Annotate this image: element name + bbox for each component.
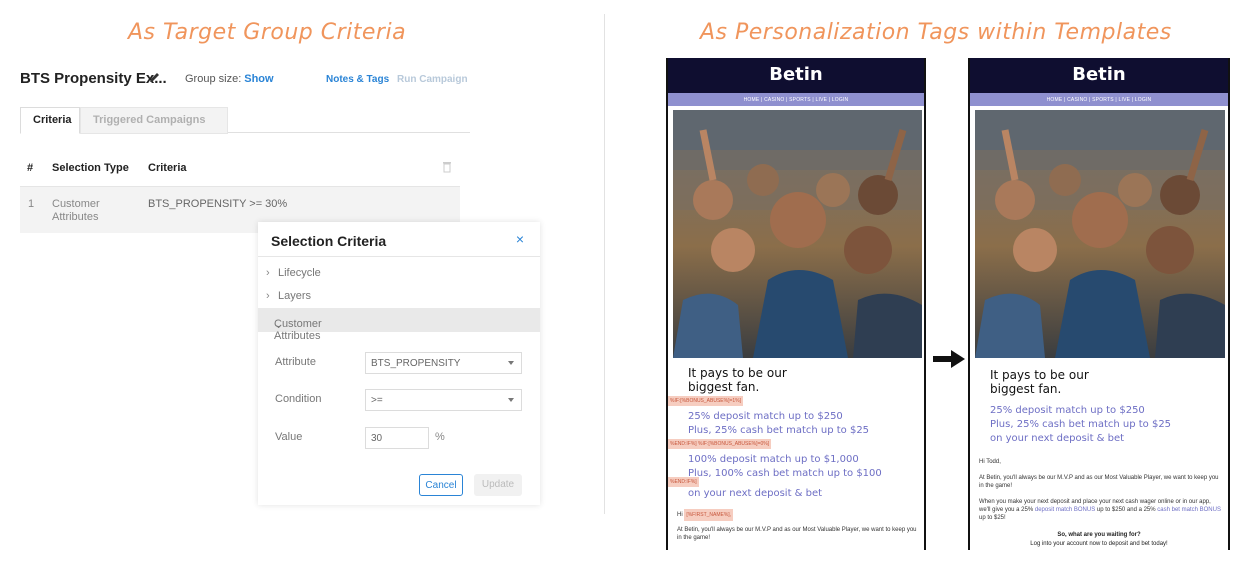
tab-triggered-campaigns[interactable]: Triggered Campaigns xyxy=(80,107,228,134)
hero-image xyxy=(673,110,922,358)
section-divider xyxy=(604,14,605,514)
campaign-title: BTS Propensity Ex... xyxy=(20,70,167,87)
personalization-tag-if: %IF:[%BONUS_ABUSE%]=1%] xyxy=(668,396,743,406)
lifecycle-label: Lifecycle xyxy=(278,267,321,279)
edit-pencil-icon[interactable] xyxy=(148,71,160,85)
offer-paragraph-middle: up to $250 and a 25% xyxy=(1096,507,1156,513)
deposit-match-bonus-link[interactable]: deposit match BONUS xyxy=(1035,507,1095,513)
condition-select-value: >= xyxy=(371,395,383,406)
email-nav: HOME | CASINO | SPORTS | LIVE | LOGIN xyxy=(668,93,924,106)
close-icon[interactable]: × xyxy=(516,231,524,247)
email-brand-logo: Betin xyxy=(668,58,924,93)
email-headline-line-2: biggest fan. xyxy=(688,380,760,394)
chevron-right-icon: › xyxy=(266,267,270,279)
value-input[interactable]: 30 xyxy=(365,427,429,449)
value-unit: % xyxy=(435,431,445,443)
group-size-show-link[interactable]: Show xyxy=(244,73,273,85)
group-size-label: Group size: xyxy=(185,73,242,85)
greeting-prefix: Hi xyxy=(677,512,683,518)
layers-item[interactable]: › Layers xyxy=(266,290,311,302)
attribute-label: Attribute xyxy=(275,356,316,368)
email-headline-line-2: biggest fan. xyxy=(990,382,1062,396)
row-number: 1 xyxy=(28,198,35,210)
modal-title: Selection Criteria xyxy=(271,233,387,249)
attribute-select-value: BTS_PROPENSITY xyxy=(371,358,461,369)
cta-instruction: Log into your account now to deposit and… xyxy=(1030,541,1168,547)
caret-down-icon xyxy=(508,361,514,365)
update-button[interactable]: Update xyxy=(474,474,522,496)
email-headline-line-1: It pays to be our xyxy=(688,366,787,380)
column-header-criteria: Criteria xyxy=(148,162,187,174)
condition-select[interactable]: >= xyxy=(365,389,522,411)
cta-question: So, what are you waiting for? xyxy=(1057,532,1141,538)
offer-b-line-2: Plus, 100% cash bet match up to $100 xyxy=(688,468,882,479)
email-rendered-preview: Betin HOME | CASINO | SPORTS | LIVE | LO… xyxy=(968,58,1230,550)
email-offer-paragraph: When you make your next deposit and plac… xyxy=(979,498,1222,522)
email-headline-line-1: It pays to be our xyxy=(990,368,1089,382)
tab-criteria[interactable]: Criteria xyxy=(20,107,80,134)
offer-b-line-1: 100% deposit match up to $1,000 xyxy=(688,454,859,465)
personalization-tag-else: %END:IF%] %IF:[%BONUS_ABUSE%]=0%] xyxy=(668,439,772,449)
right-section-heading: As Personalization Tags within Templates xyxy=(700,20,1172,45)
offer-a-line-2: Plus, 25% cash bet match up to $25 xyxy=(688,425,870,436)
run-campaign-link[interactable]: Run Campaign xyxy=(397,74,468,85)
value-label: Value xyxy=(275,431,303,443)
offer-line-1: 25% deposit match up to $250 xyxy=(990,405,1145,416)
chevron-right-icon: › xyxy=(266,290,270,302)
offer-tail: on your next deposit & bet xyxy=(990,433,1125,444)
selection-criteria-modal: Selection Criteria × › Lifecycle › Layers … xyxy=(258,222,540,505)
criteria-tabs: Criteria Triggered Campaigns xyxy=(20,107,470,134)
personalization-tag-first-name: [%FIRST_NAME%], xyxy=(684,509,734,521)
row-criteria: BTS_PROPENSITY >= 30% xyxy=(148,198,288,210)
attribute-select[interactable]: BTS_PROPENSITY xyxy=(365,352,522,374)
left-section-heading: As Target Group Criteria xyxy=(128,20,407,45)
personalization-tag-end: %END:IF%] xyxy=(668,477,699,487)
email-body-text: At Betin, you'll always be our M.V.P and… xyxy=(979,475,1219,489)
email-nav: HOME | CASINO | SPORTS | LIVE | LOGIN xyxy=(970,93,1228,106)
condition-label: Condition xyxy=(275,393,322,405)
trash-icon[interactable] xyxy=(442,161,452,173)
lifecycle-item[interactable]: › Lifecycle xyxy=(266,267,321,279)
offer-a-line-1: 25% deposit match up to $250 xyxy=(688,411,843,422)
column-header-number: # xyxy=(27,162,34,174)
arrow-right-icon xyxy=(933,350,965,368)
greeting-line: Hi [%FIRST_NAME%], xyxy=(677,509,920,521)
caret-down-icon xyxy=(508,398,514,402)
cash-bet-match-bonus-link[interactable]: cash bet match BONUS xyxy=(1157,507,1221,513)
offer-line-2: Plus, 25% cash bet match up to $25 xyxy=(990,419,1172,430)
email-body-text: At Betin, you'll always be our M.V.P and… xyxy=(677,527,917,541)
notes-tags-link[interactable]: Notes & Tags xyxy=(326,74,389,85)
layers-label: Layers xyxy=(278,290,312,302)
customer-attributes-text: Customer Attributes xyxy=(274,318,322,342)
offer-paragraph-end: up to $25! xyxy=(979,515,1006,521)
group-size: Group size: Show xyxy=(185,73,274,85)
customer-attributes-section[interactable]: ⌄ Customer Attributes xyxy=(258,308,540,342)
email-brand-logo: Betin xyxy=(970,58,1228,93)
modal-divider xyxy=(258,256,540,257)
row-selection-type: Customer Attributes xyxy=(52,198,100,223)
greeting-resolved: Hi Todd, xyxy=(979,459,1001,465)
hero-image xyxy=(975,110,1225,358)
email-template-with-tags: Betin HOME | CASINO | SPORTS | LIVE | LO… xyxy=(666,58,926,550)
column-header-selection-type: Selection Type xyxy=(52,162,129,174)
offer-tail: on your next deposit & bet xyxy=(688,488,823,499)
cancel-button[interactable]: Cancel xyxy=(419,474,463,496)
